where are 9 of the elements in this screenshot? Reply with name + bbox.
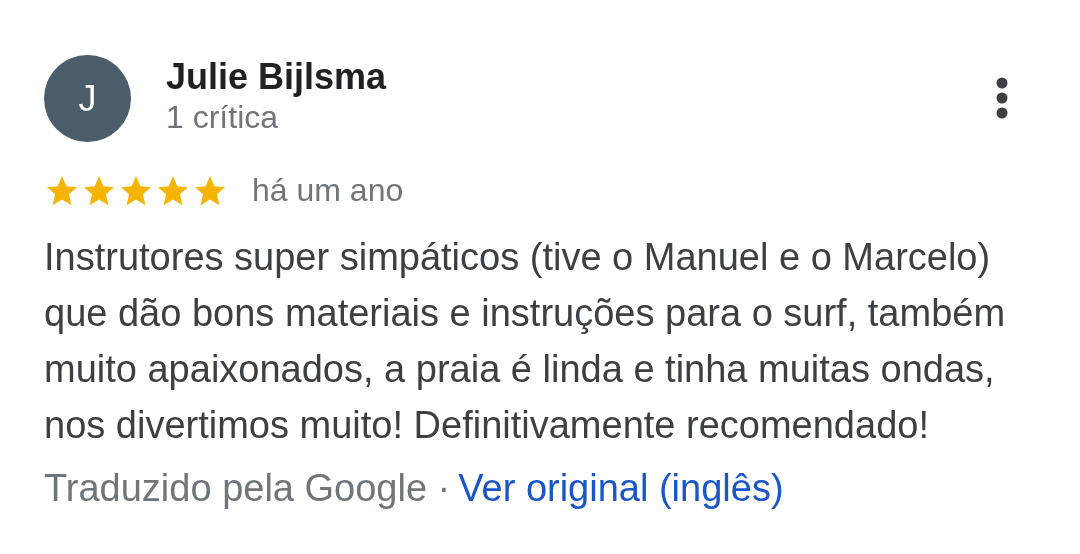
view-original-link[interactable]: Ver original (inglês) [458,467,784,510]
avatar[interactable]: J [44,55,131,142]
review-text: Instrutores super simpáticos (tive o Manuel e o Marcelo) que dão bons materiais e instruções para o surf, também muito apaixonados, a praia é linda e tinha muitas ondas, nos divertimos muito! Definitivamente recomendado! [44,235,1007,448]
avatar-initial: J [78,77,97,120]
author-name[interactable]: Julie Bijlsma [166,57,387,97]
more-options-icon[interactable] [996,77,1008,119]
review-time: há um ano [252,172,404,209]
translation-note: Traduzido pela Google · [44,467,451,510]
review-count: 1 crítica [166,99,280,135]
